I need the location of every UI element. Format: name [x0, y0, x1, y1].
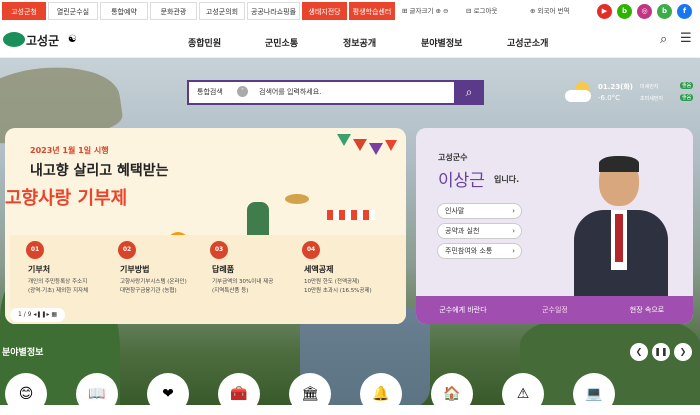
weather-date: 01.23(화)	[598, 83, 633, 91]
step-title: 기부처	[28, 265, 51, 274]
next-button[interactable]: ❯	[674, 343, 692, 361]
category-icon[interactable]: 🏛	[289, 373, 331, 415]
banner-pager[interactable]: 1 / 9 ◂❚❚▸ ▦	[10, 308, 66, 322]
grid-icon[interactable]: ▦	[49, 311, 57, 318]
search-category[interactable]: 통합검색	[197, 87, 223, 97]
step-desc: 고향사랑기부시스템 (온라인) 대면창구금융기관 (농협)	[120, 279, 187, 294]
market-stall-icon	[327, 210, 375, 220]
category-icon[interactable]: ❤	[147, 373, 189, 415]
font-size-icon: ⊞	[402, 7, 410, 15]
search-submit-button[interactable]: ⌕	[454, 80, 484, 105]
mayor-name: 이상근	[438, 171, 485, 191]
mayor-link[interactable]: 주민참여와 소통 ›	[437, 243, 522, 259]
mayor-nav-item[interactable]: 군수에게 바란다	[418, 296, 508, 324]
quick-tab[interactable]: 열린군수실	[48, 2, 98, 20]
top-bar: 고성군청 열린군수실 통합예약 문화관광 고성군의회 공공나라쇼핑몰 생태지전당 평생학습센터…	[0, 0, 700, 24]
user-icon: ⊟	[466, 7, 474, 15]
font-plus-icon[interactable]: ⊕ ⊖	[433, 7, 449, 15]
instagram-icon[interactable]: ◎	[637, 4, 652, 19]
weather-label-2: 초미세먼지	[640, 96, 664, 102]
step-title: 답례품	[212, 265, 235, 274]
mayor-label: 고성군수	[438, 153, 468, 162]
category-icon[interactable]: ⚠	[502, 373, 544, 415]
arrow-right-icon: ❯	[679, 347, 687, 356]
hat-icon	[285, 194, 309, 204]
step-number-badge: 04	[302, 241, 320, 259]
step-number-badge: 03	[210, 241, 228, 259]
mayor-link[interactable]: 인사말 ›	[437, 203, 522, 219]
category-icon[interactable]: 💻	[573, 373, 615, 415]
search-icon[interactable]: ⌕	[660, 32, 667, 47]
step-desc: 기부금액의 30%이내 제공 (지역특산품 등)	[212, 279, 274, 294]
facebook-icon[interactable]: f	[677, 4, 692, 19]
chevron-right-icon: ›	[512, 247, 515, 255]
pause-icon: ❚❚	[654, 347, 668, 356]
quick-tab[interactable]: 고성군청	[2, 2, 46, 20]
step-number-badge: 01	[26, 241, 44, 259]
logo-icon	[3, 32, 25, 47]
logout-link[interactable]: ⊟ 로그아웃	[466, 4, 497, 18]
pause-button[interactable]: ❚❚	[652, 343, 670, 361]
gnb-item[interactable]: 종합민원	[188, 36, 221, 49]
font-size-control[interactable]: ⊞ 글자크기 ⊕ ⊖	[402, 4, 448, 18]
translate-link[interactable]: ⊕ 외국어 번역	[530, 4, 569, 18]
pager-text: 1 / 9	[18, 311, 32, 318]
quick-tab[interactable]: 생태지전당	[302, 2, 347, 20]
category-icon[interactable]: 😊	[5, 373, 47, 415]
quick-tab[interactable]: 통합예약	[100, 2, 148, 20]
chevron-down-icon[interactable]: ˅	[237, 86, 248, 97]
step-title: 기부방법	[120, 265, 150, 274]
gnb-item[interactable]: 분야별정보	[421, 36, 462, 49]
mayor-link[interactable]: 공약과 실천 ›	[437, 223, 522, 239]
gnb-item[interactable]: 정보공개	[343, 36, 376, 49]
arrow-left-icon: ❮	[635, 347, 643, 356]
category-icon[interactable]: 🔔	[360, 373, 402, 415]
site-logo[interactable]: 고성군	[26, 32, 59, 49]
chevron-right-icon: ›	[512, 227, 515, 235]
step-title: 세액공제	[304, 265, 334, 274]
category-icon[interactable]: 🏠	[431, 373, 473, 415]
quick-tab[interactable]: 평생학습센터	[349, 2, 395, 20]
bunting-icon	[337, 134, 397, 159]
category-icon[interactable]: 📖	[76, 373, 118, 415]
youtube-icon[interactable]: ▶	[597, 4, 612, 19]
blog-icon[interactable]: b	[617, 4, 632, 19]
header: 고성군 ☯ 종합민원 군민소통 정보공개 분야별정보 고성군소개 ⌕ ☰	[0, 24, 700, 58]
chevron-right-icon: ›	[512, 207, 515, 215]
weather-label: 미세먼지	[640, 84, 659, 90]
step-number-badge: 02	[118, 241, 136, 259]
weather-temp: -6.0°C	[598, 94, 621, 102]
step-desc: 개인의 주민등록상 주소지 (광역·기초) 제외한 지자체	[28, 279, 89, 294]
mayor-link-label: 인사말	[445, 207, 465, 215]
quick-tab[interactable]: 문화관광	[150, 2, 197, 20]
search-input[interactable]: 검색어를 입력하세요.	[259, 87, 321, 97]
weather-icon	[565, 82, 593, 102]
globe-icon: ⊕	[530, 7, 538, 15]
banner-headline: 내고향 살리고 혜택받는	[30, 163, 169, 179]
mayor-link-label: 주민참여와 소통	[445, 247, 493, 255]
mayor-nav-item[interactable]: 현장 속으로	[602, 296, 692, 324]
search-bar: 통합검색 ˅ 검색어를 입력하세요. ⌕	[187, 80, 484, 105]
quick-tab[interactable]: 공공나라쇼핑몰	[247, 2, 300, 20]
mayor-link-label: 공약과 실천	[445, 227, 480, 235]
korea-emblem-icon: ☯	[68, 34, 77, 45]
gnb-item[interactable]: 고성군소개	[507, 36, 548, 49]
section-title: 분야별정보	[2, 348, 44, 358]
banner-title: 고향사랑 기부제	[5, 188, 128, 209]
band-icon[interactable]: b	[657, 4, 672, 19]
pause-icon[interactable]: ❚❚	[36, 311, 46, 318]
weather-badge: 좋음	[680, 82, 694, 89]
mayor-portrait	[566, 156, 676, 298]
step-desc: 10만원 한도 (전액공제) 10만원 초과시 (16.5%공제)	[304, 279, 372, 294]
magnifier-icon: ⌕	[465, 85, 473, 99]
quick-tab[interactable]: 고성군의회	[199, 2, 245, 20]
gnb-item[interactable]: 군민소통	[265, 36, 298, 49]
category-icon[interactable]: 🧰	[218, 373, 260, 415]
mayor-suffix: 입니다.	[494, 175, 520, 184]
prev-button[interactable]: ❮	[630, 343, 648, 361]
mayor-nav-item[interactable]: 군수일정	[510, 296, 600, 324]
menu-icon[interactable]: ☰	[680, 31, 692, 46]
weather-badge-2: 좋음	[680, 94, 694, 101]
banner-date: 2023년 1월 1일 시행	[30, 146, 109, 155]
